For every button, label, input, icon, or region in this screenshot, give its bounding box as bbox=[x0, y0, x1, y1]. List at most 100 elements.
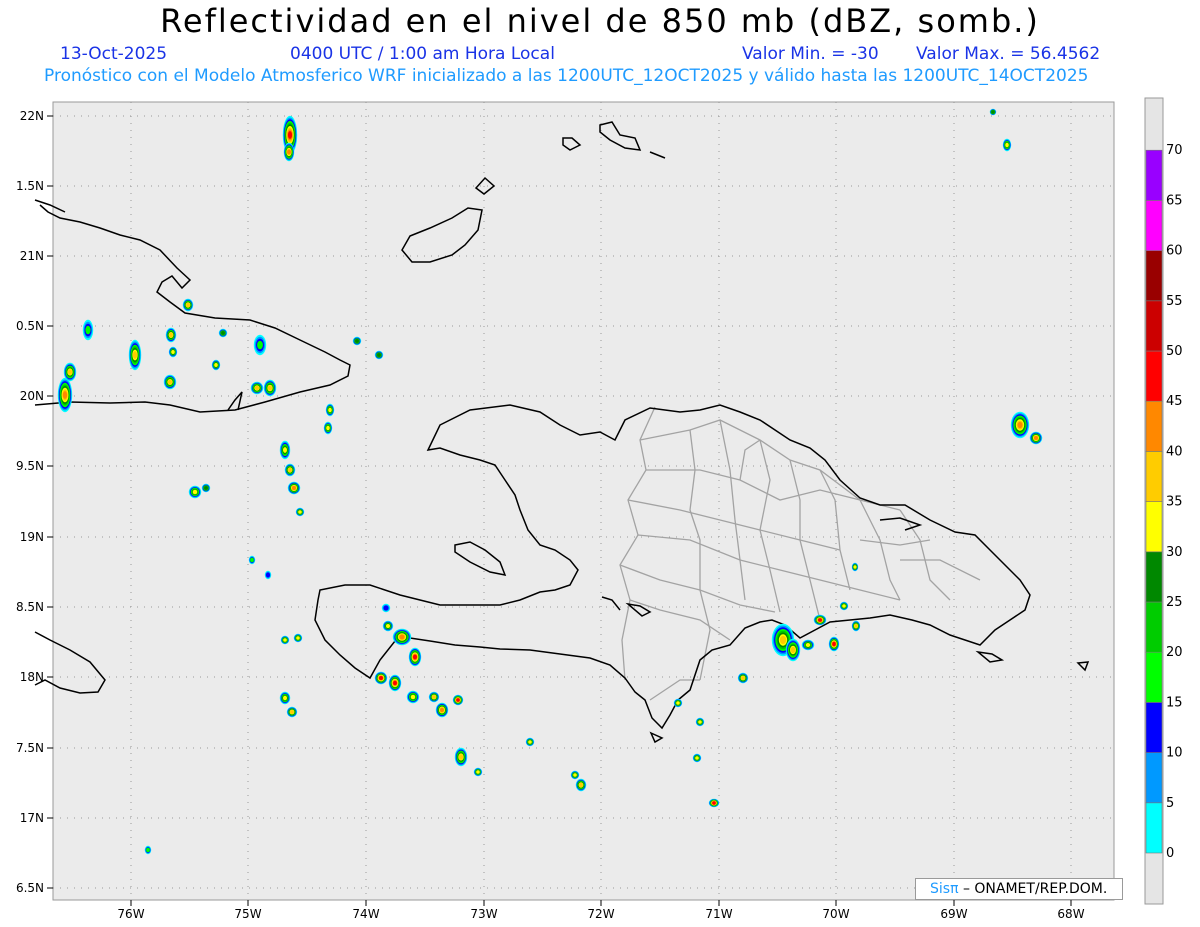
colorbar-swatch bbox=[1145, 350, 1163, 402]
echo-contour bbox=[842, 604, 846, 608]
echo-contour bbox=[410, 694, 416, 700]
echo-cell bbox=[295, 507, 305, 517]
colorbar-swatch bbox=[1145, 702, 1163, 753]
lon-tick-label: 75W bbox=[234, 907, 261, 921]
echo-contour bbox=[712, 801, 716, 805]
echo-contour bbox=[290, 710, 294, 714]
echo-contour bbox=[287, 149, 291, 155]
echo-contour bbox=[355, 339, 359, 343]
echo-contour bbox=[476, 770, 480, 774]
echo-contour bbox=[267, 385, 273, 391]
lon-tick-label: 70W bbox=[822, 907, 849, 921]
echo-contour bbox=[854, 624, 858, 628]
echo-contour bbox=[413, 654, 417, 660]
echo-cell bbox=[218, 328, 228, 338]
echo-contour bbox=[573, 773, 577, 777]
colorbar-swatch bbox=[1145, 601, 1163, 653]
lat-tick-label: 7.5N bbox=[16, 741, 44, 755]
echo-contour bbox=[169, 332, 173, 338]
echo-cell bbox=[211, 359, 221, 371]
echo-cell bbox=[381, 603, 391, 613]
credit-onamet: – ONAMET/REP.DOM. bbox=[962, 881, 1108, 897]
echo-contour bbox=[292, 486, 296, 490]
colorbar-swatch bbox=[1145, 501, 1163, 553]
echo-contour bbox=[214, 363, 218, 367]
echo-cell bbox=[82, 319, 94, 341]
echo-contour bbox=[805, 643, 811, 647]
echo-contour bbox=[1017, 421, 1023, 429]
colorbar-label: 30 bbox=[1166, 545, 1183, 560]
echo-cell bbox=[248, 555, 256, 565]
echo-cell bbox=[63, 362, 77, 382]
colorbar-label: 25 bbox=[1166, 595, 1183, 610]
lon-tick-label: 69W bbox=[940, 907, 967, 921]
colorbar-swatch bbox=[1145, 451, 1163, 502]
lat-tick-label: 19N bbox=[20, 530, 44, 544]
colorbar-label: 35 bbox=[1166, 495, 1183, 510]
echo-cell bbox=[168, 346, 178, 358]
credit-box: Sisπ – ONAMET/REP.DOM. bbox=[915, 878, 1123, 900]
echo-cell bbox=[785, 638, 801, 662]
lat-tick-label: 1.5N bbox=[16, 179, 44, 193]
colorbar-label: 70 bbox=[1166, 143, 1183, 158]
echo-cell bbox=[428, 691, 440, 703]
echo-cell bbox=[708, 798, 720, 808]
lat-tick-label: 9.5N bbox=[16, 459, 44, 473]
echo-cell bbox=[374, 671, 388, 685]
colorbar-swatch bbox=[1145, 400, 1163, 452]
echo-cell bbox=[264, 570, 272, 580]
echo-cell bbox=[279, 691, 291, 705]
lon-tick-label: 76W bbox=[117, 907, 144, 921]
echo-contour bbox=[741, 676, 745, 680]
echo-cell bbox=[695, 717, 705, 727]
colorbar-label: 20 bbox=[1166, 645, 1183, 660]
echo-contour bbox=[192, 489, 198, 495]
echo-cell bbox=[352, 336, 362, 346]
echo-cell bbox=[325, 403, 335, 417]
echo-contour bbox=[257, 340, 263, 350]
lon-tick-label: 71W bbox=[705, 907, 732, 921]
echo-cell bbox=[188, 485, 202, 499]
echo-contour bbox=[283, 695, 287, 701]
colorbar-swatch bbox=[1145, 802, 1163, 854]
echo-contour bbox=[832, 641, 836, 647]
colorbar-label: 40 bbox=[1166, 444, 1183, 459]
lat-tick-label: 22N bbox=[20, 109, 44, 123]
echo-cell bbox=[201, 483, 211, 493]
echo-contour bbox=[579, 782, 583, 788]
echo-cell bbox=[525, 737, 535, 747]
echo-cell bbox=[250, 381, 264, 395]
colorbar-label: 55 bbox=[1166, 294, 1183, 309]
echo-contour bbox=[328, 407, 332, 413]
colorbar-label: 10 bbox=[1166, 746, 1183, 761]
colorbar-label: 15 bbox=[1166, 695, 1183, 710]
echo-cell bbox=[851, 562, 859, 572]
colorbar-swatch bbox=[1145, 300, 1163, 352]
echo-contour bbox=[254, 385, 260, 391]
echo-cell bbox=[828, 636, 840, 652]
echo-contour bbox=[440, 707, 444, 713]
lon-tick-label: 68W bbox=[1057, 907, 1084, 921]
echo-contour bbox=[432, 695, 436, 699]
echo-cell bbox=[144, 845, 152, 855]
colorbar-swatch bbox=[1145, 200, 1163, 251]
echo-cell bbox=[1029, 431, 1043, 445]
echo-contour bbox=[283, 447, 287, 453]
colorbar-label: 65 bbox=[1166, 193, 1183, 208]
echo-contour bbox=[221, 331, 225, 335]
echo-cell bbox=[454, 747, 468, 767]
colorbar-swatch bbox=[1145, 651, 1163, 703]
echo-contour bbox=[167, 379, 173, 385]
echo-contour bbox=[298, 510, 302, 514]
echo-contour bbox=[853, 565, 857, 569]
echo-contour bbox=[399, 634, 405, 640]
echo-contour bbox=[991, 110, 995, 114]
echo-contour bbox=[379, 676, 383, 680]
echo-cell bbox=[253, 334, 267, 356]
echo-contour bbox=[283, 638, 287, 642]
echo-cell bbox=[287, 481, 301, 495]
echo-cell bbox=[284, 463, 296, 477]
echo-contour bbox=[85, 325, 91, 335]
echo-cell bbox=[286, 706, 298, 718]
colorbar-label: 45 bbox=[1166, 394, 1183, 409]
